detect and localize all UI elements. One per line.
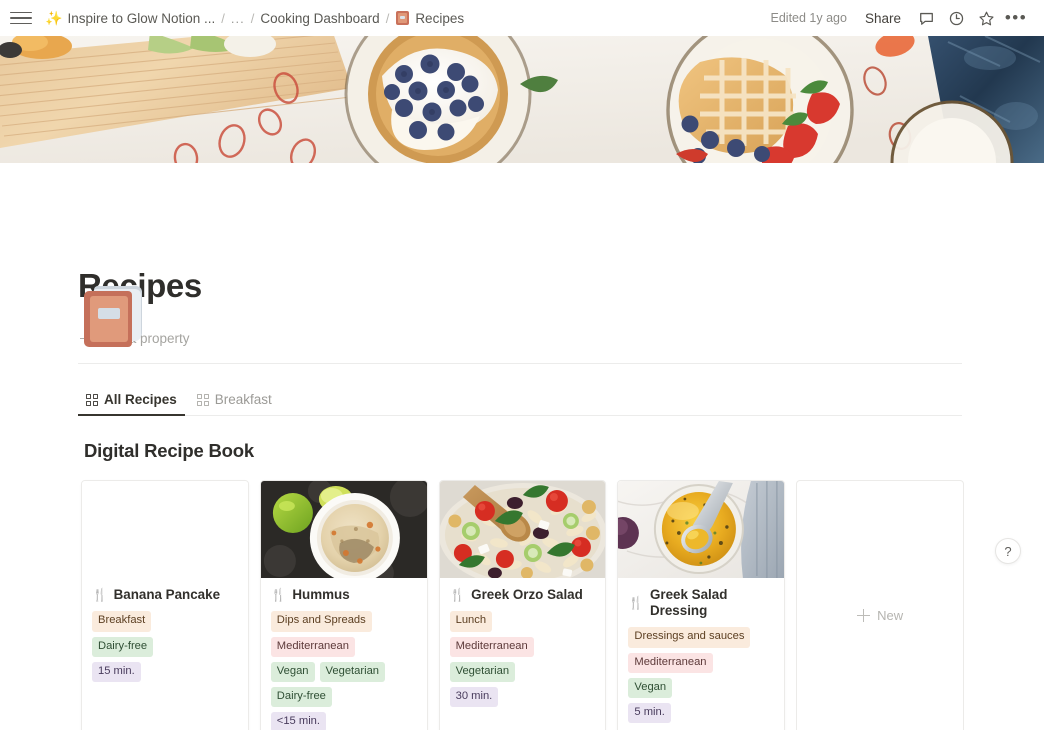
- tag-category: Lunch: [449, 611, 493, 632]
- tag-time: 15 min.: [92, 661, 141, 682]
- sparkles-icon: ✨: [45, 10, 63, 26]
- card-tag-row: Dressings and sauces: [628, 627, 774, 648]
- more-dots: •••: [1004, 8, 1028, 27]
- tag-cuisine: Mediterranean: [270, 636, 355, 657]
- card-tag-row: Mediterranean: [628, 652, 774, 673]
- cover-image[interactable]: [0, 36, 1044, 163]
- tag-diet: Vegan: [270, 661, 315, 682]
- card-tag-row: 15 min.: [92, 661, 238, 682]
- database-view-tabs: All Recipes Breakfast: [78, 384, 962, 417]
- card-tag-row: Dairy-free: [92, 636, 238, 657]
- page-content: Recipes Add a property All Recipes Break…: [0, 163, 1044, 730]
- tag-diet: Dairy-free: [270, 686, 332, 708]
- card-title: Banana Pancake: [113, 587, 221, 603]
- card-title: Greek Salad Dressing: [649, 587, 728, 619]
- card-image-greek-salad-dressing: [618, 481, 785, 579]
- card-banana-pancake[interactable]: 🍴 Banana Pancake Breakfast Dairy-free 15…: [81, 480, 249, 730]
- gallery-view-icon: [196, 393, 209, 406]
- card-title-row: 🍴 Greek Orzo Salad: [450, 587, 596, 603]
- card-tag-row: 5 min.: [628, 703, 774, 724]
- new-card-button[interactable]: New: [796, 480, 964, 730]
- top-bar: ✨ Inspire to Glow Notion ... / ... / Coo…: [0, 0, 1044, 36]
- breadcrumb: ✨ Inspire to Glow Notion ... / ... / Coo…: [40, 9, 469, 28]
- fork-and-knife-icon: 🍴: [270, 588, 287, 603]
- tag-diet: Vegetarian: [449, 661, 516, 682]
- tag-time: 30 min.: [449, 686, 499, 708]
- page-title[interactable]: Recipes: [78, 163, 964, 304]
- gallery-heading: Digital Recipe Book: [84, 440, 254, 462]
- breadcrumb-item-cooking-dashboard[interactable]: Cooking Dashboard: [255, 9, 384, 28]
- card-image-greek-orzo-salad: [439, 481, 606, 579]
- card-tag-row: Vegan Vegetarian Dairy-free: [270, 661, 417, 708]
- last-edited-label[interactable]: Edited 1y ago: [764, 7, 854, 29]
- clock-icon[interactable]: [942, 4, 970, 32]
- help-button-top[interactable]: ?: [995, 538, 1021, 564]
- tag-diet: Vegan: [628, 677, 673, 699]
- help-label: ?: [1004, 543, 1012, 559]
- card-tag-row: Dips and Spreads: [270, 611, 417, 632]
- card-tag-row: Vegetarian: [449, 661, 596, 682]
- card-image-placeholder: [82, 481, 248, 579]
- share-button[interactable]: Share: [856, 6, 910, 31]
- breadcrumb-item-recipes[interactable]: Recipes: [390, 9, 469, 28]
- tag-category: Dips and Spreads: [270, 611, 372, 632]
- tag-category: Breakfast: [92, 611, 152, 632]
- comment-icon[interactable]: [912, 4, 940, 32]
- tag-diet: Vegetarian: [319, 661, 386, 682]
- card-body: 🍴 Banana Pancake Breakfast Dairy-free 15…: [82, 578, 248, 699]
- more-horizontal-icon[interactable]: •••: [1002, 4, 1030, 32]
- tag-diet: Dairy-free: [92, 636, 154, 657]
- plus-icon: [857, 608, 871, 622]
- tab-breakfast[interactable]: Breakfast: [189, 389, 280, 415]
- card-greek-salad-dressing[interactable]: 🍴 Greek Salad Dressing Dressings and sau…: [617, 480, 786, 730]
- gallery-cards: 🍴 Banana Pancake Breakfast Dairy-free 15…: [78, 480, 964, 730]
- card-tag-row: Mediterranean: [449, 636, 596, 657]
- card-tag-row: Vegan: [628, 677, 774, 699]
- tag-time: <15 min.: [270, 712, 327, 730]
- fork-and-knife-icon: 🍴: [449, 588, 466, 603]
- top-bar-actions: Edited 1y ago Share •••: [764, 4, 1030, 32]
- tag-cuisine: Mediterranean: [628, 652, 713, 673]
- card-title: Hummus: [292, 587, 350, 603]
- card-tag-row: 30 min.: [449, 686, 596, 708]
- page-divider: [78, 363, 962, 365]
- page-icon-recipe-book[interactable]: [82, 286, 146, 348]
- gallery-view-icon: [86, 393, 98, 406]
- card-title: Greek Orzo Salad: [471, 587, 583, 603]
- tag-time: 5 min.: [628, 703, 671, 724]
- card-greek-orzo-salad[interactable]: 🍴 Greek Orzo Salad Lunch Mediterranean V…: [438, 480, 607, 730]
- card-tag-row: Lunch: [449, 611, 596, 632]
- card-title-row: 🍴 Hummus: [271, 587, 417, 603]
- star-icon[interactable]: [972, 4, 1000, 32]
- card-hummus[interactable]: 🍴 Hummus Dips and Spreads Mediterranean …: [259, 480, 428, 730]
- card-body: 🍴 Greek Orzo Salad Lunch Mediterranean V…: [440, 578, 606, 724]
- breadcrumb-parent-label: Cooking Dashboard: [260, 10, 380, 26]
- card-body: 🍴 Hummus Dips and Spreads Mediterranean …: [261, 578, 427, 730]
- breadcrumb-workspace-label: Inspire to Glow Notion ...: [67, 10, 216, 26]
- card-tag-row: Breakfast: [92, 611, 238, 632]
- card-tag-row: Mediterranean: [270, 636, 417, 657]
- tag-category: Dressings and sauces: [628, 627, 751, 648]
- card-title-row: 🍴 Greek Salad Dressing: [628, 587, 774, 619]
- card-tag-row: <15 min.: [270, 712, 417, 730]
- tab-all-recipes[interactable]: All Recipes: [78, 389, 185, 417]
- card-body: 🍴 Greek Salad Dressing Dressings and sau…: [618, 578, 784, 730]
- fork-and-knife-icon: 🍴: [92, 588, 108, 603]
- recipe-book-icon: [395, 11, 410, 26]
- tab-all-recipes-label: All Recipes: [104, 392, 177, 408]
- breadcrumb-ellipsis[interactable]: ...: [226, 9, 250, 28]
- fork-and-knife-icon: 🍴: [628, 596, 644, 611]
- breadcrumb-item-workspace[interactable]: ✨ Inspire to Glow Notion ...: [40, 9, 220, 28]
- breadcrumb-page-label: Recipes: [415, 10, 465, 26]
- card-image-hummus: [260, 481, 427, 579]
- hamburger-icon[interactable]: [10, 7, 32, 29]
- card-title-row: 🍴 Banana Pancake: [92, 587, 238, 603]
- tab-breakfast-label: Breakfast: [214, 392, 272, 408]
- tag-cuisine: Mediterranean: [449, 636, 534, 657]
- new-card-label: New: [877, 607, 904, 623]
